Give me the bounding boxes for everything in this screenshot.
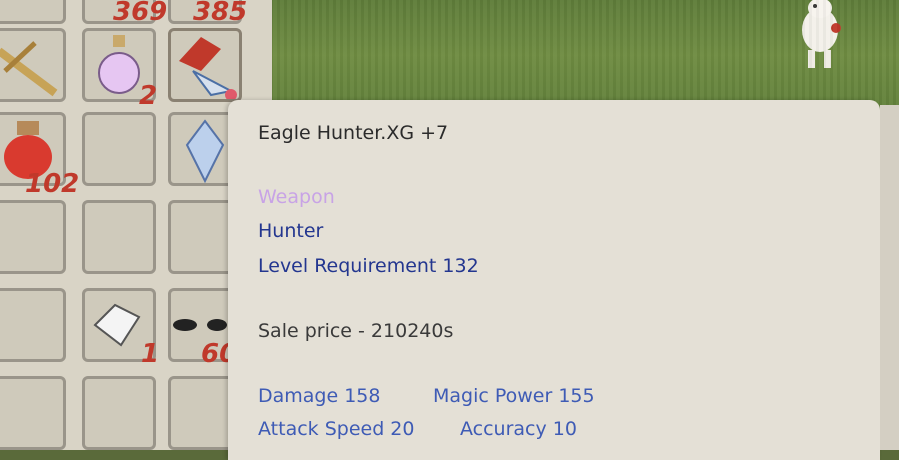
inventory-slot-selected[interactable] xyxy=(168,28,242,102)
item-count: 2 xyxy=(139,81,158,111)
inventory-slot-crossbow[interactable] xyxy=(0,28,66,102)
inventory-slot[interactable]: 369 xyxy=(82,0,167,25)
stat-accuracy: Accuracy 10 xyxy=(460,418,577,440)
eagle-hunter-weapon-icon xyxy=(179,37,237,101)
inventory-slot[interactable]: 385 xyxy=(168,0,247,25)
item-class: Hunter xyxy=(258,220,324,242)
stat-damage: Damage 158 xyxy=(258,385,381,407)
item-sale-price: Sale price - 210240s xyxy=(258,320,454,342)
crossbow-icon xyxy=(0,41,58,97)
item-level-requirement: Level Requirement 132 xyxy=(258,255,479,277)
creature-sprite[interactable] xyxy=(790,0,850,72)
inventory-slot[interactable] xyxy=(82,112,156,186)
inventory-slot[interactable] xyxy=(0,376,66,450)
item-tooltip: Eagle Hunter.XG +7 Weapon Hunter Level R… xyxy=(228,100,880,460)
inventory-slot[interactable] xyxy=(82,376,156,450)
inventory-slot-red-potion[interactable]: 102 xyxy=(0,112,79,197)
item-count: 385 xyxy=(193,0,248,27)
inventory-slot-gem[interactable]: 1 xyxy=(82,288,159,367)
inventory-slot[interactable] xyxy=(82,200,156,274)
inventory-slot-purple-potion[interactable]: 2 xyxy=(82,28,157,109)
item-count: 1 xyxy=(141,339,160,369)
inventory-slot[interactable] xyxy=(0,288,66,362)
item-count: 102 xyxy=(25,169,80,199)
stat-attack-speed: Attack Speed 20 xyxy=(258,418,415,440)
inventory-slot[interactable] xyxy=(0,200,66,274)
item-type: Weapon xyxy=(258,186,335,208)
item-count: 369 xyxy=(113,0,168,27)
inventory-slot[interactable] xyxy=(0,0,66,24)
side-panel-edge xyxy=(880,105,899,450)
game-world-view[interactable] xyxy=(270,0,899,110)
item-name: Eagle Hunter.XG +7 xyxy=(258,122,449,144)
stat-magic-power: Magic Power 155 xyxy=(433,385,595,407)
